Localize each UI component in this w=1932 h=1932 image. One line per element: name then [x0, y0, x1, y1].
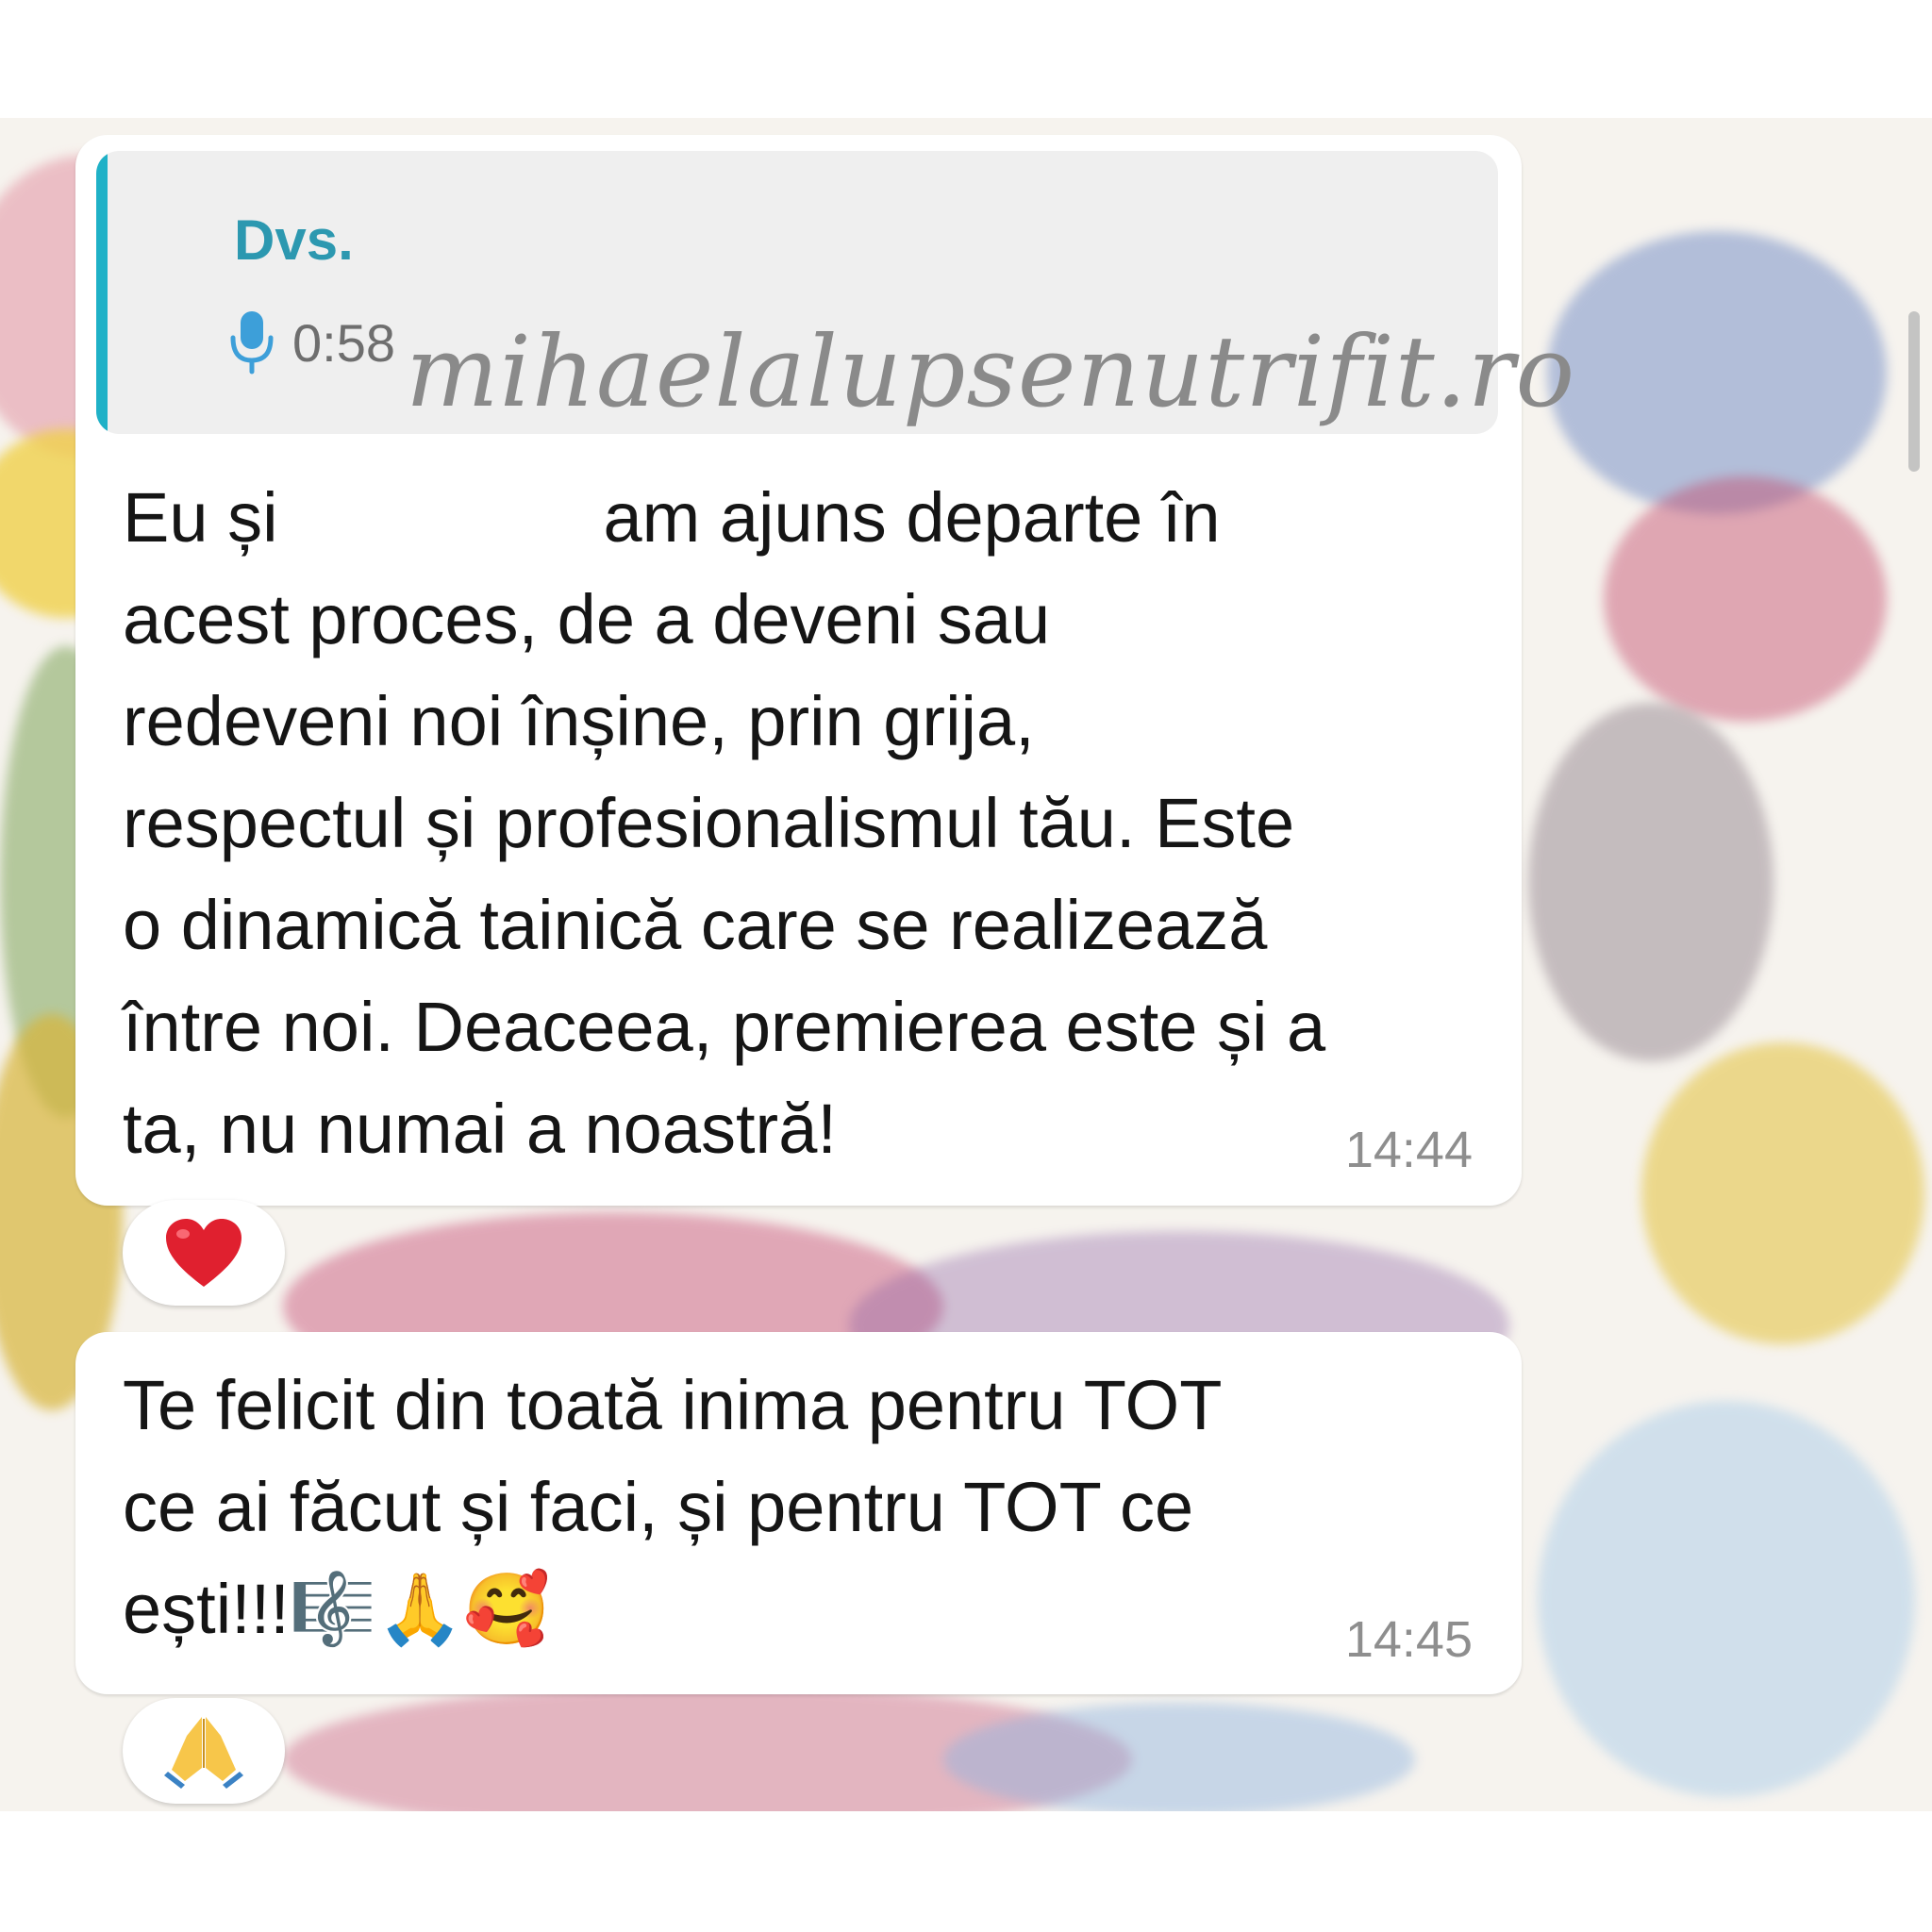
reaction-badge[interactable]: [123, 1200, 285, 1306]
message-line: ce ai făcut și faci, și pentru TOT ce: [123, 1468, 1194, 1546]
scrollbar-thumb[interactable]: [1908, 311, 1920, 472]
message-line: ești!!!🎼🙏🥰: [123, 1570, 551, 1648]
message-line: acest proces, de a deveni sau: [123, 580, 1051, 658]
message-line: ta, nu numai a noastră!: [123, 1090, 837, 1168]
voice-note-duration: 0:58: [292, 312, 395, 373]
watermark: mihaelalupsenutrifit.ro: [406, 314, 1576, 429]
quote-accent-bar: [96, 151, 108, 434]
folded-hands-icon: [164, 1713, 243, 1789]
message-bubble[interactable]: Te felicit din toată inima pentru TOT ce…: [75, 1332, 1522, 1694]
message-text: Te felicit din toată inima pentru TOT ce…: [123, 1355, 1509, 1660]
message-timestamp: 14:44: [1344, 1122, 1473, 1178]
microphone-icon: [228, 309, 275, 375]
message-timestamp: 14:45: [1344, 1611, 1473, 1668]
message-line: Te felicit din toată inima pentru TOT: [123, 1366, 1223, 1444]
message-text: Eu și am ajuns departe în acest proces, d…: [123, 467, 1509, 1180]
message-line: o dinamică tainică care se realizează: [123, 886, 1268, 964]
red-heart-icon: [164, 1217, 243, 1289]
quote-author: Dvs.: [234, 208, 354, 272]
message-line: redeveni noi înșine, prin grija,: [123, 682, 1035, 760]
message-bubble[interactable]: Dvs. 0:58 mihaelalupsenutrifit.ro Eu și a…: [75, 135, 1574, 1206]
message-line: între noi. Deaceea, premierea este și a: [123, 988, 1326, 1066]
message-line: Eu și am ajuns departe în: [123, 478, 1221, 557]
message-line: respectul și profesionalismul tău. Este: [123, 784, 1295, 862]
reaction-badge[interactable]: [123, 1698, 285, 1804]
chat-screenshot: Dvs. 0:58 mihaelalupsenutrifit.ro Eu și a…: [0, 0, 1932, 1932]
quote-voice-note: 0:58: [228, 309, 395, 375]
